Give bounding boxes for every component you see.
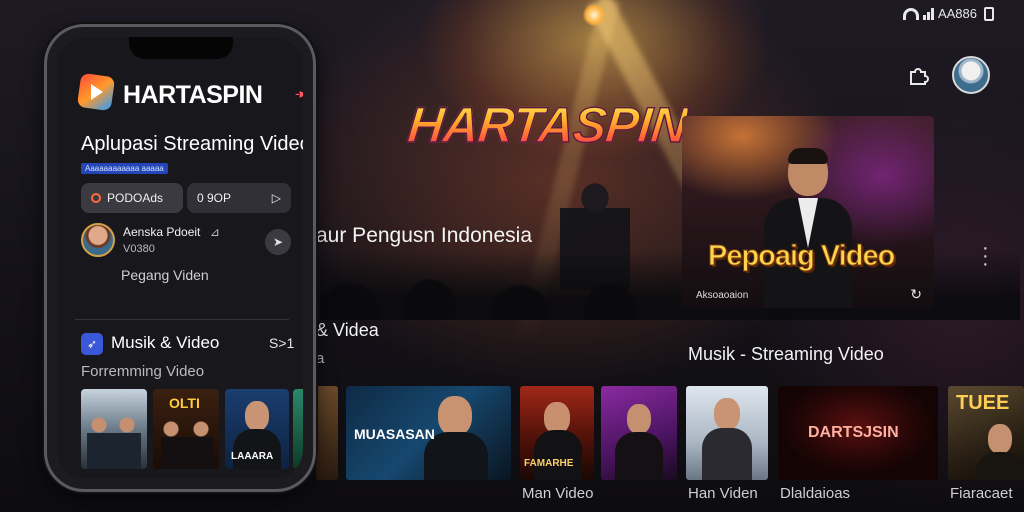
thumbnail-caption: Han Viden — [688, 485, 758, 502]
thumbnail-title: DARTSJSIN — [808, 424, 899, 441]
wifi-icon — [902, 7, 919, 20]
thumbnail-title: TUEE — [956, 392, 1010, 414]
brand-arrow-icon: -▸ — [295, 85, 303, 101]
thumbnail-caption: Man Video — [522, 485, 594, 502]
hero-headline: aur Pengusn Indonesia — [316, 224, 532, 247]
presenter-image — [764, 148, 852, 308]
play-icon[interactable]: ▷ — [272, 191, 281, 205]
app-title: Aplupasi Streaming Video Teak — [81, 133, 303, 155]
section-subtitle: Forremming Video — [81, 363, 205, 380]
status-text: AA886 — [937, 6, 977, 21]
phone-thumbnail[interactable]: OLTI — [153, 389, 219, 469]
thumbnail-title: MUASASAN — [354, 426, 435, 442]
thumbnail-title: LAAARA — [231, 451, 274, 462]
user-avatar[interactable] — [952, 56, 990, 94]
puzzle-icon[interactable] — [906, 62, 932, 88]
divider — [75, 319, 289, 320]
user-avatar[interactable] — [81, 223, 115, 257]
refresh-icon[interactable]: ↻ — [910, 286, 922, 303]
rocket-icon: ➶ — [81, 333, 103, 355]
phone-frame: HARTASPIN -▸ Aplupasi Streaming Video Te… — [44, 24, 316, 492]
battery-icon — [984, 6, 994, 21]
featured-video-title: Pepoaig Video — [707, 240, 895, 273]
app-logo-icon — [76, 72, 116, 112]
stage-light — [583, 4, 605, 26]
section-count[interactable]: S>1 — [269, 335, 294, 351]
thumbnail-caption: Dlaldaioas — [780, 485, 851, 502]
video-thumbnail[interactable]: TUEE — [948, 386, 1024, 480]
thumbnail-title: FAMARHE — [524, 458, 574, 469]
now-playing-label: Pegang Viden — [121, 267, 209, 283]
video-thumbnail[interactable]: MUASASAN — [346, 386, 511, 480]
musik-streaming-label: Musik - Streaming Video — [688, 344, 884, 364]
user-name: Aenska Pdoeit ⊿ — [123, 225, 220, 239]
thumbnail-title: OLTI — [169, 395, 200, 411]
video-thumbnail-edge[interactable] — [316, 386, 338, 480]
playback-control[interactable]: 0 9OP ▷ — [187, 183, 291, 213]
video-thumbnail[interactable] — [601, 386, 677, 480]
video-thumbnail[interactable] — [686, 386, 768, 480]
thumbnail-caption: Fiaracaet — [950, 485, 1013, 502]
playback-time: 0 9OP — [197, 191, 232, 205]
app-brand: HARTASPIN — [123, 81, 263, 109]
phone-thumbnail[interactable]: LAAARA — [225, 389, 289, 469]
phone-notch — [129, 37, 233, 59]
video-thumbnail[interactable]: DARTSJSIN — [778, 386, 938, 480]
send-icon[interactable]: ➤ — [265, 229, 291, 255]
phone-screen: HARTASPIN -▸ Aplupasi Streaming Video Te… — [57, 37, 303, 479]
record-icon — [91, 193, 101, 203]
phone-thumbnail[interactable] — [81, 389, 147, 469]
more-options-icon[interactable]: · · · — [982, 238, 989, 274]
featured-video-card[interactable]: Pepoaig Video Aksoaoaion ↻ — [682, 116, 934, 308]
user-subtitle: V0380 — [123, 243, 155, 255]
ads-button[interactable]: PODOAds — [81, 183, 183, 213]
user-row[interactable]: Aenska Pdoeit ⊿ V0380 ➤ — [81, 223, 291, 263]
hero-logo: HARTASPIN — [404, 96, 690, 154]
section-label: & Videa — [316, 320, 379, 340]
ads-button-label: PODOAds — [107, 191, 164, 205]
section-title: Musik & Video — [111, 333, 220, 352]
status-bar: AA886 — [902, 6, 994, 21]
featured-video-caption: Aksoaoaion — [696, 290, 749, 301]
app-tag: Aaaaaaaaaaaa aaaaa — [81, 163, 168, 174]
signal-icon — [922, 7, 934, 20]
video-thumbnail[interactable]: FAMARHE — [520, 386, 594, 480]
section-subtitle: a — [316, 350, 325, 367]
phone-thumbnail[interactable] — [293, 389, 303, 469]
